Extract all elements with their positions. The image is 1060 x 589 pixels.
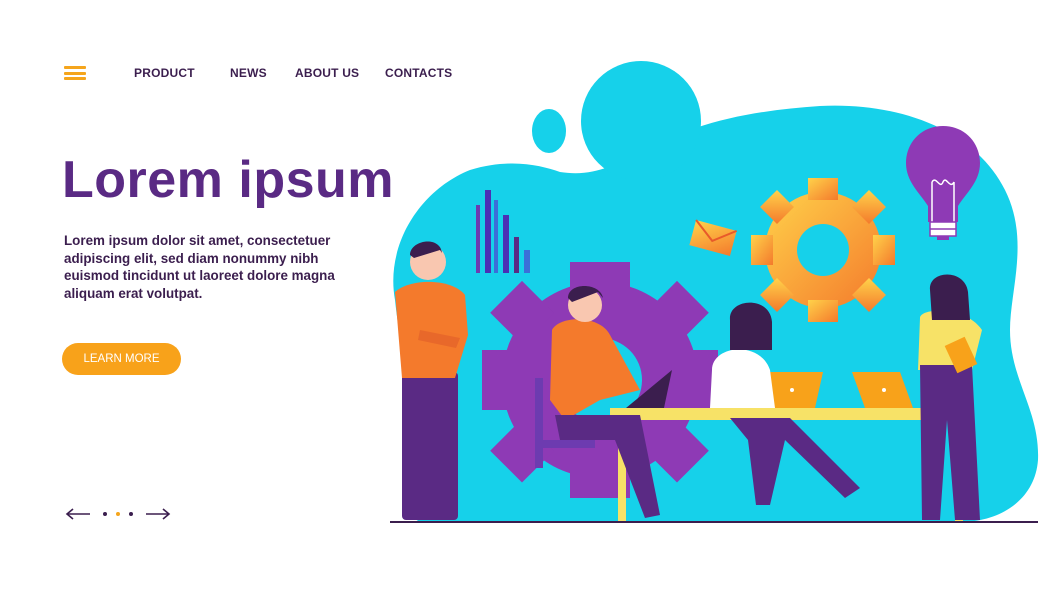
learn-more-button[interactable]: LEARN MORE bbox=[62, 343, 181, 375]
arrow-right-icon[interactable] bbox=[144, 504, 172, 524]
arrow-left-icon[interactable] bbox=[64, 504, 92, 524]
pager-dot-3[interactable] bbox=[129, 512, 133, 516]
teamwork-illustration bbox=[390, 61, 1039, 523]
hamburger-menu-icon[interactable] bbox=[64, 66, 86, 80]
nav-item-news[interactable]: NEWS bbox=[230, 66, 267, 80]
nav-item-product[interactable]: PRODUCT bbox=[134, 66, 195, 80]
gear-icon bbox=[751, 178, 895, 322]
pager-dot-2[interactable] bbox=[116, 512, 120, 516]
top-navigation: PRODUCT NEWS ABOUT US CONTACTS bbox=[64, 62, 452, 84]
pager-dot-1[interactable] bbox=[103, 512, 107, 516]
nav-item-about-us[interactable]: ABOUT US bbox=[295, 66, 359, 80]
hero-description: Lorem ipsum dolor sit amet, consectetuer… bbox=[64, 233, 335, 301]
hero-title: Lorem ipsum bbox=[62, 151, 394, 209]
slider-pager bbox=[64, 504, 174, 524]
